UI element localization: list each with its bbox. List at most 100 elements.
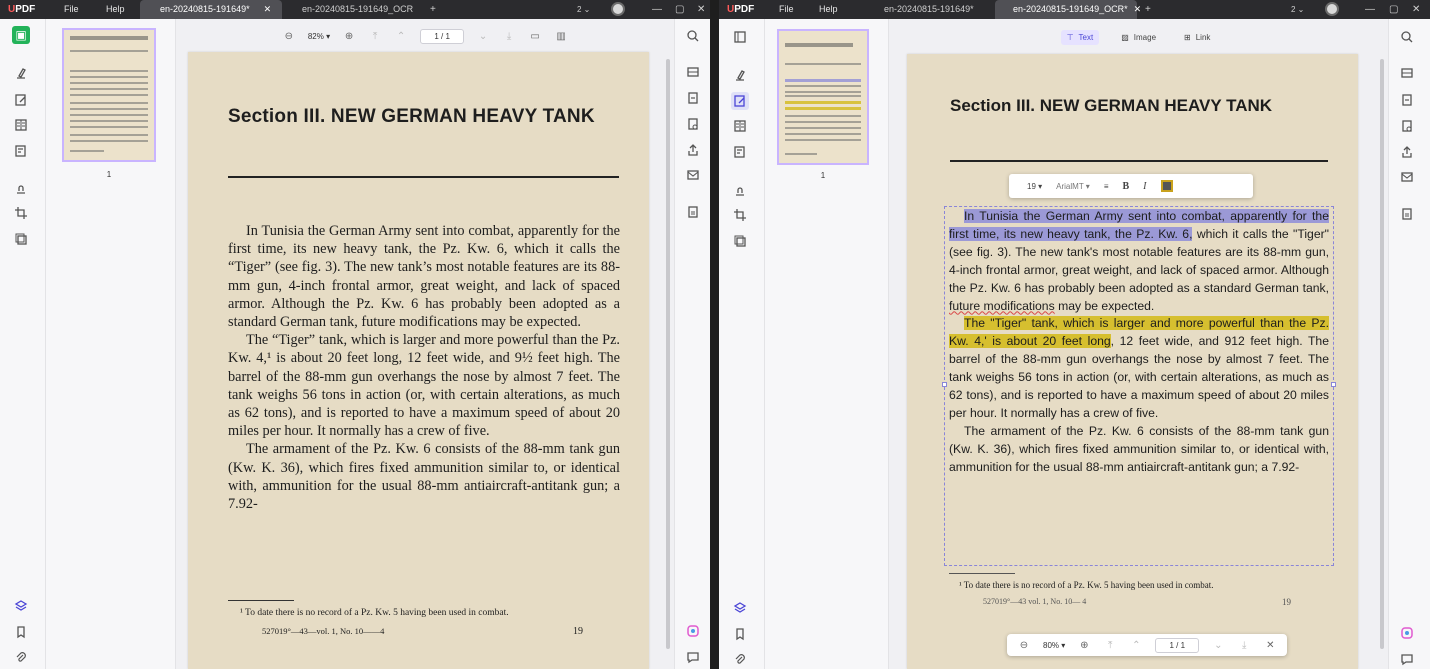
share-icon[interactable]	[684, 141, 702, 159]
protect-icon[interactable]	[684, 115, 702, 133]
document-viewer[interactable]: ⊖ 82% ▾ ⊕ ⤒ ⌃ 1 / 1 ⌄ ⤓ ▭ ▥ Section III.…	[176, 19, 674, 669]
crop-icon[interactable]	[731, 206, 749, 224]
avatar[interactable]	[611, 2, 625, 16]
tab-document[interactable]: en-20240815-191649*	[876, 0, 982, 19]
email-icon[interactable]	[684, 166, 702, 184]
page-thumbnail[interactable]	[62, 28, 156, 162]
editable-text-block[interactable]: In Tunisia the German Army sent into com…	[949, 208, 1329, 477]
convert-icon[interactable]	[1398, 91, 1416, 109]
misspelled-text[interactable]: future modifications	[949, 299, 1055, 313]
close-toolbar-icon[interactable]: ✕	[1263, 638, 1277, 652]
email-icon[interactable]	[1398, 168, 1416, 186]
presentation-icon[interactable]: ▭	[528, 29, 542, 43]
last-page-icon[interactable]: ⤓	[502, 29, 516, 43]
convert-icon[interactable]	[684, 89, 702, 107]
new-tab-button[interactable]: +	[430, 0, 436, 19]
text-run[interactable]: may be expected.	[1055, 299, 1154, 313]
reader-icon[interactable]	[731, 28, 749, 46]
paragraph[interactable]: In Tunisia the German Army sent into com…	[949, 208, 1329, 315]
stamp-icon[interactable]	[731, 181, 749, 199]
scrollbar[interactable]	[666, 59, 670, 649]
highlighter-icon[interactable]	[731, 67, 749, 85]
page-number-input[interactable]: 1 / 1	[420, 28, 465, 44]
page-layout-icon[interactable]: ▥	[554, 29, 568, 43]
comment-icon[interactable]	[1398, 650, 1416, 668]
layers-icon[interactable]	[731, 599, 749, 617]
organize-pages-icon[interactable]	[731, 117, 749, 135]
tab-text[interactable]: ⊤ Text	[1060, 29, 1100, 45]
font-family-select[interactable]: ArialMT ▾	[1056, 182, 1090, 191]
close-tab-icon[interactable]: ✕	[264, 4, 272, 14]
maximize-icon[interactable]: ▢	[1389, 0, 1398, 19]
page-title[interactable]: Section III. NEW GERMAN HEAVY TANK	[950, 96, 1272, 116]
menu-help[interactable]: Help	[819, 0, 838, 19]
next-page-icon[interactable]: ⌄	[476, 29, 490, 43]
form-icon[interactable]	[731, 143, 749, 161]
menu-help[interactable]: Help	[106, 0, 125, 19]
italic-button[interactable]: I	[1143, 181, 1146, 192]
resize-handle-left[interactable]	[942, 382, 947, 387]
form-icon[interactable]	[12, 142, 30, 160]
first-page-icon[interactable]: ⤒	[1103, 638, 1117, 652]
attachment-icon[interactable]	[12, 649, 30, 667]
protect-icon[interactable]	[1398, 117, 1416, 135]
maximize-icon[interactable]: ▢	[675, 0, 684, 19]
search-icon[interactable]	[684, 27, 702, 45]
paragraph[interactable]: The "Tiger" tank, which is larger and mo…	[949, 315, 1329, 422]
menu-file[interactable]: File	[779, 0, 794, 19]
close-window-icon[interactable]: ✕	[697, 0, 705, 19]
edit-pdf-icon[interactable]	[731, 92, 749, 110]
bold-button[interactable]: B	[1123, 181, 1130, 192]
crop-icon[interactable]	[12, 204, 30, 222]
window-count-dropdown[interactable]: 2 ⌄	[1291, 0, 1304, 19]
comment-icon[interactable]	[684, 648, 702, 666]
last-page-icon[interactable]: ⤓	[1237, 638, 1251, 652]
save-icon[interactable]	[1398, 205, 1416, 223]
paragraph[interactable]: The armament of the Pz. Kw. 6 consists o…	[949, 423, 1329, 477]
avatar[interactable]	[1325, 2, 1339, 16]
tab-ocr-document[interactable]: en-20240815-191649_OCR* ✕	[995, 0, 1141, 19]
copy-pages-icon[interactable]	[731, 232, 749, 250]
scrollbar[interactable]	[1380, 59, 1384, 649]
stamp-icon[interactable]	[12, 179, 30, 197]
zoom-select[interactable]: 82% ▾	[308, 32, 330, 41]
menu-file[interactable]: File	[64, 0, 79, 19]
zoom-in-icon[interactable]: ⊕	[342, 29, 356, 43]
layers-icon[interactable]	[12, 597, 30, 615]
ai-assistant-icon[interactable]	[684, 622, 702, 640]
tab-document[interactable]: en-20240815-191649* ✕	[140, 0, 282, 19]
reader-icon[interactable]: ▣	[12, 26, 30, 44]
copy-pages-icon[interactable]	[12, 230, 30, 248]
resize-handle-right[interactable]	[1331, 382, 1336, 387]
ocr-icon[interactable]	[1398, 64, 1416, 82]
zoom-select[interactable]: 80% ▾	[1043, 641, 1065, 650]
document-viewer[interactable]: ⊤ Text ▨ Image ⊞ Link Section III. NEW GERM…	[889, 19, 1388, 669]
search-icon[interactable]	[1398, 28, 1416, 46]
zoom-out-icon[interactable]: ⊖	[1017, 638, 1031, 652]
page-number-input[interactable]: 1 / 1	[1155, 637, 1200, 653]
window-count-dropdown[interactable]: 2 ⌄	[577, 0, 590, 19]
next-page-icon[interactable]: ⌄	[1211, 638, 1225, 652]
align-icon[interactable]: ≡	[1104, 182, 1109, 191]
bookmark-icon[interactable]	[731, 625, 749, 643]
save-icon[interactable]	[684, 203, 702, 221]
footnote[interactable]: ¹ To date there is no record of a Pz. Kw…	[959, 580, 1214, 590]
attachment-icon[interactable]	[731, 651, 749, 669]
zoom-out-icon[interactable]: ⊖	[282, 29, 296, 43]
font-size-select[interactable]: 19 ▾	[1027, 182, 1042, 191]
first-page-icon[interactable]: ⤒	[368, 29, 382, 43]
close-tab-icon[interactable]: ✕	[1134, 4, 1142, 14]
edit-pdf-icon[interactable]	[12, 91, 30, 109]
highlighter-icon[interactable]	[12, 65, 30, 83]
share-icon[interactable]	[1398, 143, 1416, 161]
minimize-icon[interactable]: —	[652, 0, 662, 19]
tab-ocr-document[interactable]: en-20240815-191649_OCR	[294, 0, 421, 19]
text-color-swatch[interactable]	[1160, 180, 1173, 192]
close-window-icon[interactable]: ✕	[1412, 0, 1420, 19]
new-tab-button[interactable]: +	[1145, 0, 1151, 19]
zoom-in-icon[interactable]: ⊕	[1077, 638, 1091, 652]
bookmark-icon[interactable]	[12, 623, 30, 641]
prev-page-icon[interactable]: ⌃	[1129, 638, 1143, 652]
tab-image[interactable]: ▨ Image	[1115, 30, 1162, 45]
ai-assistant-icon[interactable]	[1398, 624, 1416, 642]
